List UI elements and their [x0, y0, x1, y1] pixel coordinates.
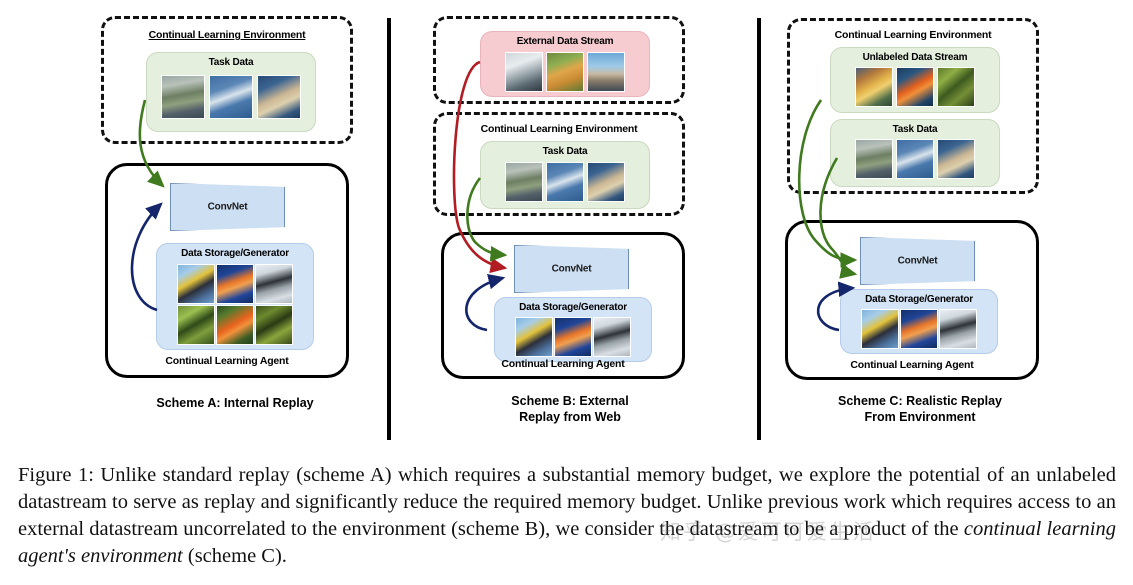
agent-box-c: ConvNet Data Storage/Generator Continual…: [785, 220, 1039, 380]
task-data-group-b: Task Data: [480, 141, 650, 209]
panel-scheme-a: Continual Learning Environment Task Data…: [95, 0, 375, 452]
convnet-label-c: ConvNet: [897, 255, 938, 267]
thumb-gull: [896, 139, 934, 179]
scheme-caption-b-line1: Scheme B: External: [511, 394, 629, 408]
data-storage-title-a: Data Storage/Generator: [181, 248, 289, 259]
thumb-penguin: [255, 264, 293, 304]
thumb-orangefish: [216, 305, 254, 345]
convnet-c: ConvNet: [860, 237, 975, 285]
thumb-kingfisher: [861, 309, 899, 349]
convnet-a: ConvNet: [170, 183, 285, 231]
task-data-title-c: Task Data: [892, 124, 938, 135]
data-storage-group-c: Data Storage/Generator: [840, 289, 998, 354]
unlabeled-data-thumbs-c: [831, 67, 999, 107]
thumb-harbor: [587, 52, 625, 92]
convnet-label-a: ConvNet: [207, 201, 248, 213]
environment-box-a: Continual Learning Environment Task Data: [101, 16, 353, 144]
unlabeled-data-title-c: Unlabeled Data Stream: [862, 52, 968, 63]
agent-label-c: Continual Learning Agent: [850, 359, 974, 371]
convnet-label-b: ConvNet: [551, 263, 592, 275]
thumb-penguin: [939, 309, 977, 349]
thumb-truck: [505, 52, 543, 92]
task-data-title-b: Task Data: [542, 146, 588, 157]
thumb-beetle: [177, 305, 215, 345]
task-data-thumbs-b: [481, 162, 649, 202]
task-data-thumbs-a: [147, 75, 315, 119]
task-data-group-c: Task Data: [830, 119, 1000, 187]
environment-title-b: Continual Learning Environment: [480, 123, 638, 135]
agent-box-a: ConvNet Data Storage/Generator Continual…: [105, 163, 349, 378]
environment-title-c: Continual Learning Environment: [834, 29, 992, 41]
scheme-caption-c: Scheme C: Realistic Replay From Environm…: [775, 394, 1065, 425]
task-data-group-a: Task Data: [146, 52, 316, 132]
agent-label-b: Continual Learning Agent: [501, 358, 625, 370]
data-storage-thumbs-b: [495, 317, 651, 357]
thumb-goose: [855, 139, 893, 179]
scheme-caption-c-line2: From Environment: [864, 409, 976, 424]
data-storage-thumbs-row2-a: [157, 305, 313, 345]
thumb-gull: [209, 75, 253, 119]
thumb-duck: [257, 75, 301, 119]
data-storage-group-b: Data Storage/Generator: [494, 297, 652, 362]
thumb-fish-yellow: [855, 67, 893, 107]
external-stream-box-b: External Data Stream: [433, 16, 685, 104]
task-data-thumbs-c: [831, 139, 999, 179]
figure-caption-prefix: Figure 1:: [18, 464, 94, 486]
agent-box-b: ConvNet Data Storage/Generator Continual…: [441, 232, 685, 379]
thumb-penguin: [593, 317, 631, 357]
thumb-goose: [505, 162, 543, 202]
external-data-thumbs-b: [481, 52, 649, 92]
data-storage-thumbs-c: [841, 309, 997, 349]
thumb-jellyfish: [216, 264, 254, 304]
thumb-jellyfish: [554, 317, 592, 357]
convnet-b: ConvNet: [514, 245, 629, 293]
environment-box-c: Continual Learning Environment Unlabeled…: [787, 18, 1039, 194]
unlabeled-data-group-c: Unlabeled Data Stream: [830, 47, 1000, 113]
environment-box-b: Continual Learning Environment Task Data: [433, 112, 685, 216]
data-storage-title-c: Data Storage/Generator: [865, 294, 973, 305]
thumb-duck: [587, 162, 625, 202]
thumb-kingfisher: [177, 264, 215, 304]
agent-label-a: Continual Learning Agent: [165, 355, 289, 367]
figure-caption-part2: (scheme C).: [182, 545, 287, 568]
figure-diagram: Continual Learning Environment Task Data…: [0, 0, 1133, 452]
panel-separator-2: [757, 18, 761, 440]
scheme-caption-b-line2: Replay from Web: [519, 409, 621, 424]
data-storage-group-a: Data Storage/Generator: [156, 243, 314, 350]
thumb-goose: [161, 75, 205, 119]
scheme-caption-c-line1: Scheme C: Realistic Replay: [838, 394, 1002, 408]
figure-caption: Figure 1: Unlike standard replay (scheme…: [18, 462, 1116, 570]
panel-separator-1: [387, 18, 391, 440]
scheme-caption-a: Scheme A: Internal Replay: [156, 396, 314, 410]
panel-scheme-b: External Data Stream Continual Learning …: [425, 0, 715, 452]
task-data-title-a: Task Data: [208, 57, 254, 68]
thumb-gull: [546, 162, 584, 202]
external-data-title-b: External Data Stream: [516, 36, 614, 47]
thumb-kingfisher: [515, 317, 553, 357]
data-storage-thumbs-row1-a: [157, 264, 313, 304]
thumb-jellyfish: [900, 309, 938, 349]
external-data-group-b: External Data Stream: [480, 31, 650, 97]
thumb-dog: [546, 52, 584, 92]
thumb-frog: [255, 305, 293, 345]
panel-scheme-c: Continual Learning Environment Unlabeled…: [775, 0, 1065, 452]
figure-caption-part1: Unlike standard replay (scheme A) which …: [18, 464, 1116, 541]
data-storage-title-b: Data Storage/Generator: [519, 302, 627, 313]
thumb-leaf: [937, 67, 975, 107]
environment-title-a: Continual Learning Environment: [148, 29, 306, 41]
thumb-duck: [937, 139, 975, 179]
thumb-goldfish: [896, 67, 934, 107]
scheme-caption-b: Scheme B: External Replay from Web: [425, 394, 715, 425]
